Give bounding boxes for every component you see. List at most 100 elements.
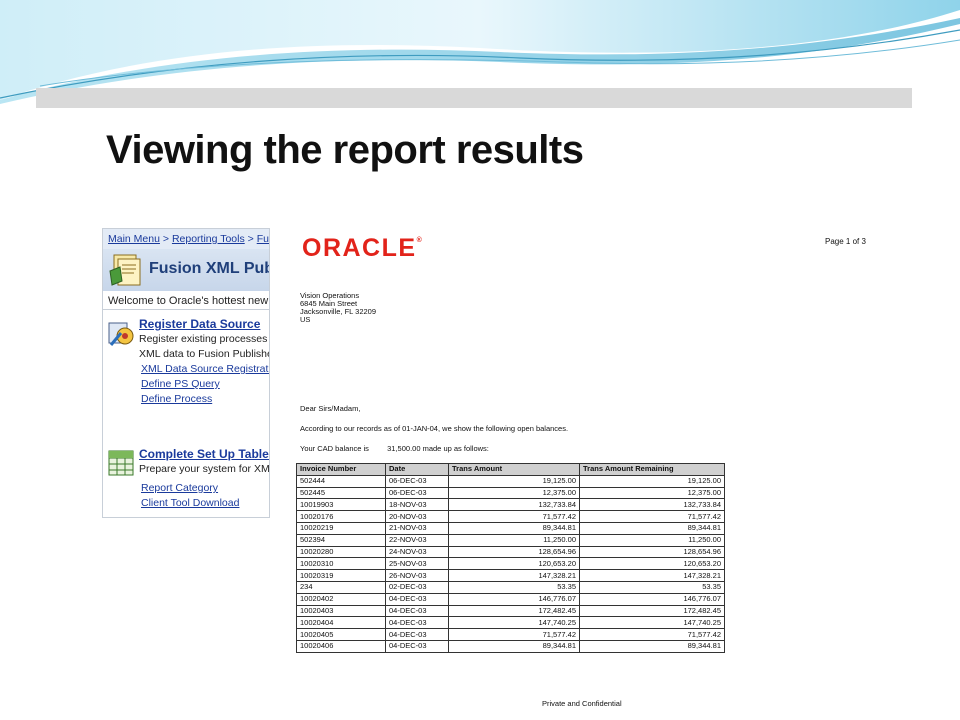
cell-date: 24-NOV-03 [385,545,449,559]
cell-trans-amount: 147,328.21 [448,569,580,582]
table-row: 10020310 25-NOV-03 120,653.20 120,653.20 [296,557,725,571]
gear-data-icon [108,322,134,346]
cell-trans-amount-remaining: 172,482.45 [579,604,725,618]
balance-suffix: made up as follows: [422,444,489,453]
registered-mark: ® [416,237,422,244]
cell-trans-amount-remaining: 147,328.21 [579,569,725,582]
cell-trans-amount: 19,125.00 [448,474,580,488]
register-desc-line2: XML data to Fusion Publisher [139,348,270,360]
folder-reports-icon [109,254,141,286]
ps-page-title: Fusion XML Pub [149,260,270,277]
address-block: Vision Operations 6845 Main Street Jacks… [300,292,376,324]
table-row: 234 02-DEC-03 53.35 53.35 [296,580,725,594]
register-data-source-link[interactable]: Register Data Source [139,317,260,331]
cell-invoice-number: 10020402 [296,592,386,606]
intro-text: According to our records as of 01-JAN-04… [300,424,569,433]
cell-invoice-number: 234 [296,580,386,594]
table-row: 10020405 04-DEC-03 71,577.42 71,577.42 [296,628,725,641]
col-date: Date [385,463,449,476]
cell-date: 06-DEC-03 [385,486,449,500]
balance-value: 31,500.00 [387,444,421,453]
cell-date: 20-NOV-03 [385,510,449,523]
table-row: 502444 06-DEC-03 19,125.00 19,125.00 [296,474,725,488]
cell-invoice-number: 502394 [296,533,386,547]
address-line: Jacksonville, FL 32209 [300,307,377,316]
breadcrumb-main-menu[interactable]: Main Menu [108,233,160,245]
cell-trans-amount-remaining: 147,740.25 [579,616,725,630]
table-row: 10020219 21-NOV-03 89,344.81 89,344.81 [296,521,725,535]
cell-date: 04-DEC-03 [385,616,449,630]
cell-invoice-number: 10020404 [296,616,386,630]
register-desc-line1: Register existing processes [139,333,268,345]
cell-date: 21-NOV-03 [385,521,449,535]
cell-trans-amount-remaining: 53.35 [579,580,725,594]
table-row: 10020176 20-NOV-03 71,577.42 71,577.42 [296,510,725,523]
cell-invoice-number: 10020176 [296,510,386,523]
cell-trans-amount-remaining: 11,250.00 [579,533,725,547]
ps-page-screenshot: Main Menu > Reporting Tools > Fus Fusion… [102,228,270,518]
cell-invoice-number: 10020403 [296,604,386,618]
cell-trans-amount: 132,733.84 [448,498,580,512]
define-process-link[interactable]: Define Process [141,393,212,405]
page-number: Page 1 of 3 [825,237,866,246]
cell-trans-amount-remaining: 120,653.20 [579,557,725,571]
define-ps-query-link[interactable]: Define PS Query [141,378,220,390]
table-row: 10020406 04-DEC-03 89,344.81 89,344.81 [296,639,725,653]
setup-desc-line1: Prepare your system for XML [139,463,270,475]
open-balances-table: Invoice Number Date Trans Amount Trans A… [296,463,725,653]
breadcrumb-fusion[interactable]: Fus [257,233,269,245]
balance-line: Your CAD balance is 31,500.00 made up as… [300,444,489,453]
cell-invoice-number: 10020406 [296,639,386,653]
breadcrumb-separator: > [247,233,254,245]
confidential-footer: Private and Confidential [542,699,622,708]
oracle-logo: ORACLE® [302,234,422,263]
breadcrumb-separator: > [162,233,170,245]
client-tool-download-link[interactable]: Client Tool Download [141,497,239,509]
cell-date: 06-DEC-03 [385,474,449,488]
table-row: 10019903 18-NOV-03 132,733.84 132,733.84 [296,498,725,512]
section-divider [103,309,269,310]
cell-trans-amount-remaining: 89,344.81 [579,521,725,535]
table-row: 10020403 04-DEC-03 172,482.45 172,482.45 [296,604,725,618]
table-row: 10020280 24-NOV-03 128,654.96 128,654.96 [296,545,725,559]
title-bar-strip [36,88,912,108]
cell-date: 04-DEC-03 [385,592,449,606]
cell-invoice-number: 10020219 [296,521,386,535]
cell-trans-amount: 89,344.81 [448,639,580,653]
welcome-text: Welcome to Oracle's hottest new f [108,295,270,307]
table-row: 10020404 04-DEC-03 147,740.25 147,740.25 [296,616,725,630]
table-row: 10020402 04-DEC-03 146,776.07 146,776.07 [296,592,725,606]
cell-trans-amount-remaining: 71,577.42 [579,628,725,641]
cell-trans-amount-remaining: 132,733.84 [579,498,725,512]
cell-invoice-number: 502444 [296,474,386,488]
cell-trans-amount: 11,250.00 [448,533,580,547]
ps-page-header: Fusion XML Pub [103,249,270,291]
xml-data-source-registration-link[interactable]: XML Data Source Registratio [141,363,269,375]
cell-trans-amount: 53.35 [448,580,580,594]
report-document: ORACLE® Page 1 of 3 Vision Operations 68… [290,228,910,720]
complete-setup-tables-link[interactable]: Complete Set Up Tables [139,447,269,461]
breadcrumb-reporting-tools[interactable]: Reporting Tools [172,233,245,245]
cell-date: 04-DEC-03 [385,604,449,618]
col-trans-amount: Trans Amount [448,463,580,476]
cell-date: 02-DEC-03 [385,580,449,594]
breadcrumb: Main Menu > Reporting Tools > Fus [103,229,269,249]
oracle-logo-text: ORACLE [302,234,417,262]
cell-trans-amount-remaining: 19,125.00 [579,474,725,488]
cell-trans-amount: 89,344.81 [448,521,580,535]
cell-trans-amount: 12,375.00 [448,486,580,500]
report-category-link[interactable]: Report Category [141,482,218,494]
cell-invoice-number: 10020310 [296,557,386,571]
cell-date: 26-NOV-03 [385,569,449,582]
table-body: 502444 06-DEC-03 19,125.00 19,125.00 502445 0… [296,474,725,653]
cell-date: 25-NOV-03 [385,557,449,571]
address-line: US [300,315,311,324]
balance-label: Your CAD balance is [300,444,369,453]
cell-trans-amount: 146,776.07 [448,592,580,606]
cell-trans-amount-remaining: 128,654.96 [579,545,725,559]
cell-invoice-number: 10020405 [296,628,386,641]
cell-date: 04-DEC-03 [385,639,449,653]
cell-trans-amount: 71,577.42 [448,510,580,523]
cell-trans-amount-remaining: 89,344.81 [579,639,725,653]
cell-invoice-number: 10019903 [296,498,386,512]
